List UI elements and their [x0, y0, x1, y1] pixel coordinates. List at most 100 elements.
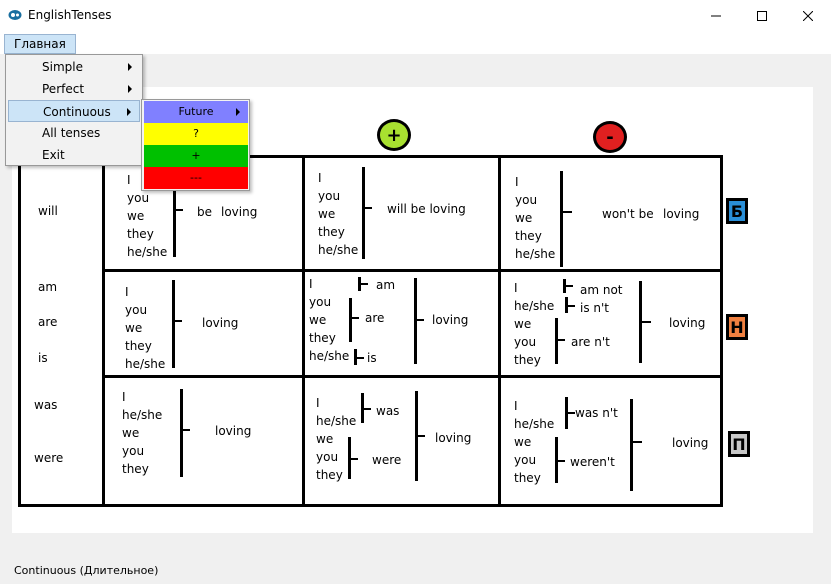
menu-item-continuous[interactable]: Continuous [8, 100, 140, 122]
pronoun: we [309, 313, 327, 327]
bracket-tick [563, 285, 573, 287]
menu-item-all-tenses[interactable]: All tenses [8, 122, 140, 144]
bracket-tick [348, 458, 358, 460]
menu-item-exit[interactable]: Exit [8, 144, 140, 166]
tag-n-label: Н [730, 317, 744, 337]
pronoun: we [125, 321, 143, 335]
bracket-tick [180, 429, 190, 431]
pronoun: he/she [514, 299, 555, 313]
tag-n-icon: Н [726, 314, 748, 340]
pronoun: we [122, 426, 140, 440]
pronoun: he/she [125, 357, 166, 371]
bracket [172, 280, 175, 368]
present-q-pronouns: I you we they he/she [125, 283, 165, 373]
plus-header-label: + [386, 124, 402, 146]
pronoun: they [515, 229, 542, 243]
menu-item-label: Exit [42, 148, 65, 162]
present-minus-verb: loving [669, 316, 706, 330]
pronoun: I [309, 277, 313, 291]
minimize-icon [711, 15, 721, 17]
pronoun: you [514, 335, 537, 349]
aux-is: is [38, 351, 48, 365]
maximize-icon [757, 11, 767, 21]
tag-b-icon: Б [726, 198, 748, 224]
past-minus-were: weren't [570, 455, 615, 469]
pronoun: he/she [309, 349, 350, 363]
menu-item-label: Simple [42, 60, 83, 74]
submenu-item-minus[interactable]: --- [144, 167, 248, 189]
bracket-tick [639, 321, 651, 323]
chevron-right-icon [128, 63, 132, 71]
future-minus-phrase: won't be [602, 207, 654, 221]
past-plus-was: was [376, 404, 400, 418]
bracket [560, 171, 563, 267]
present-minus-is: is n't [580, 301, 610, 315]
pronoun: he/she [316, 414, 357, 428]
menu-item-perfect[interactable]: Perfect [8, 78, 140, 100]
past-q-pronouns: I he/she we you they [122, 388, 162, 478]
pronoun: he/she [514, 417, 555, 431]
title-bar: EnglishTenses [0, 0, 831, 32]
pronoun: I [515, 175, 519, 189]
pronoun: they [125, 339, 152, 353]
bracket-tick [555, 460, 565, 462]
aux-am: am [38, 280, 58, 294]
present-minus-am: am not [580, 283, 623, 297]
bracket-tick [362, 207, 372, 209]
submenu-item-label: --- [190, 171, 202, 184]
pronoun: you [515, 193, 538, 207]
future-minus-verb: loving [663, 207, 700, 221]
pronoun: he/she [318, 243, 359, 257]
present-minus-are: are n't [571, 335, 610, 349]
pronoun: you [125, 303, 148, 317]
pronoun: we [515, 211, 533, 225]
pronoun: you [309, 295, 332, 309]
pronoun: you [127, 191, 150, 205]
future-q-aux: be [197, 205, 212, 219]
menu-item-label: Continuous [43, 105, 111, 119]
pronoun: you [514, 453, 537, 467]
bracket-tick [172, 320, 182, 322]
pronoun: you [122, 444, 145, 458]
close-button[interactable] [785, 0, 831, 32]
minimize-button[interactable] [693, 0, 739, 32]
pronoun: I [122, 390, 126, 404]
submenu-item-plus[interactable]: + [144, 145, 248, 167]
table-divider-col2 [302, 155, 305, 507]
bracket [180, 389, 183, 477]
menu-bar: Главная [0, 32, 831, 54]
menu-item-label: All tenses [42, 126, 101, 140]
past-q-verb: loving [215, 424, 252, 438]
pronoun: we [318, 207, 336, 221]
chevron-right-icon [236, 108, 240, 116]
pronoun: I [514, 281, 518, 295]
future-plus-pronouns: I you we they he/she [318, 169, 358, 259]
aux-will: will [38, 204, 58, 218]
pronoun: I [514, 399, 518, 413]
bracket-tick [565, 412, 575, 414]
maximize-button[interactable] [739, 0, 785, 32]
present-plus-is: is [367, 351, 377, 365]
pronoun: I [125, 285, 129, 299]
past-plus-were: were [372, 453, 402, 467]
tag-b-label: Б [730, 201, 744, 221]
submenu-item-question[interactable]: ? [144, 123, 248, 145]
window-title: EnglishTenses [28, 8, 112, 22]
present-q-verb: loving [202, 316, 239, 330]
menu-item-simple[interactable]: Simple [8, 56, 140, 78]
menu-main[interactable]: Главная [4, 34, 76, 54]
bracket [362, 167, 365, 259]
bracket-tick [415, 435, 425, 437]
bracket-tick [414, 319, 424, 321]
pronoun: you [318, 189, 341, 203]
pronoun: I [318, 171, 322, 185]
past-plus-verb: loving [435, 431, 472, 445]
past-minus-was: was n't [575, 406, 618, 420]
future-minus-pronouns: I you we they he/she [515, 173, 555, 263]
submenu-item-future[interactable]: Future [144, 101, 248, 123]
pronoun: they [514, 471, 541, 485]
future-q-verb: loving [221, 205, 258, 219]
status-text: Continuous (Длительное) [14, 564, 159, 577]
bracket-tick [630, 441, 642, 443]
minus-header-label: - [606, 126, 614, 148]
